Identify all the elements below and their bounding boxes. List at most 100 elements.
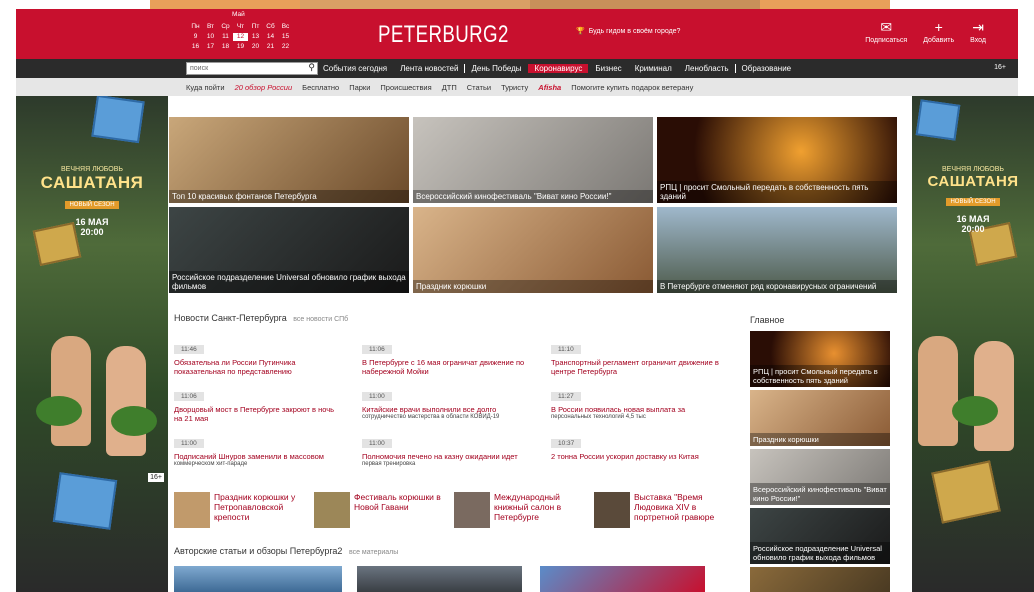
weekday: Пн (191, 23, 200, 30)
subnav-item[interactable]: Куда пойти (186, 83, 225, 92)
nav-item[interactable]: Лента новостей (393, 64, 464, 73)
nav-item[interactable]: События сегодня (316, 64, 393, 73)
top-ad-3[interactable] (530, 0, 760, 9)
news-item[interactable]: 11:00 Китайские врачи выполнили все долг… (362, 385, 532, 421)
news-tile[interactable]: Российское подразделение Universal обнов… (169, 207, 409, 293)
calendar-day[interactable]: 9 (188, 33, 203, 41)
news-tile[interactable]: В Петербурге отменяют ряд коронавирусных… (657, 207, 897, 293)
news-item[interactable]: 11:06 Дворцовый мост в Петербурге закрою… (174, 385, 344, 423)
subscribe-button[interactable]: ✉ Подписаться (865, 19, 907, 44)
calendar-day[interactable]: 16 (188, 43, 203, 51)
news-headline[interactable]: В Петербурге с 16 мая ограничат движение… (362, 358, 532, 376)
calendar-day[interactable]: 19 (233, 43, 248, 51)
calendar-week: 16 17 18 19 20 21 22 (188, 43, 293, 51)
feature-card[interactable]: Международный книжный салон в Петербурге (454, 492, 594, 530)
mail-icon: ✉ (880, 19, 893, 35)
top-ad-2[interactable] (300, 0, 530, 9)
news-headline[interactable]: Обязательна ли России Путинчика показате… (174, 358, 344, 376)
feature-card[interactable]: Фестиваль корюшки в Новой Гавани (314, 492, 454, 530)
section-title-text: Новости Санкт-Петербурга (174, 313, 287, 323)
left-banner-ad[interactable]: ВЕЧНЯЯ ЛЮБОВЬ САШАТАНЯ НОВЫЙ СЕЗОН 16 МА… (16, 96, 168, 592)
nav-item[interactable]: Бизнес (588, 64, 627, 73)
calendar-day[interactable]: 17 (203, 43, 218, 51)
aside-tile[interactable]: Праздник корюшки (750, 390, 890, 446)
banner-person (106, 346, 146, 456)
news-tile[interactable]: РПЦ | просит Смольный передать в собстве… (657, 117, 897, 203)
banner-badge: НОВЫЙ СЕЗОН (946, 198, 1000, 206)
news-item[interactable]: 11:27 В России появилась новая выплата з… (551, 385, 721, 421)
nav-item[interactable]: Образование (734, 64, 798, 73)
article-thumb[interactable] (540, 566, 705, 592)
nav-item[interactable]: Ленобласть (678, 64, 735, 73)
search-icon[interactable]: ⚲ (308, 62, 315, 73)
subnav-item[interactable]: ДТП (442, 83, 457, 92)
calendar-day[interactable]: 18 (218, 43, 233, 51)
calendar-month: Май (232, 11, 245, 18)
calendar-day-today[interactable]: 12 (233, 33, 248, 41)
add-button[interactable]: + Добавить (923, 19, 954, 44)
news-item[interactable]: 10:37 2 тоннa России ускорил доставку из… (551, 432, 721, 461)
feature-thumb (174, 492, 210, 528)
nav-item-active[interactable]: Коронавирус (527, 64, 589, 73)
nav-item[interactable]: День Победы (464, 64, 527, 73)
aside-tile[interactable] (750, 567, 890, 592)
feature-card[interactable]: Выставка "Время Людовика XIV в портретно… (594, 492, 734, 530)
calendar-day[interactable]: 15 (278, 33, 293, 41)
subnav-item[interactable]: Помогите купить подарок ветерану (571, 83, 693, 92)
news-item[interactable]: 11:00 Полномочия печено на казну ожидани… (362, 432, 532, 468)
calendar-day[interactable]: 21 (263, 43, 278, 51)
aside-tile[interactable]: РПЦ | просит Смольный передать в собстве… (750, 331, 890, 387)
banner-line1: ВЕЧНЯЯ ЛЮБОВЬ (60, 166, 123, 173)
news-headline[interactable]: В России появилась новая выплата за (551, 405, 721, 414)
calendar-day[interactable]: 11 (218, 33, 233, 41)
feature-title[interactable]: Международный книжный салон в Петербурге (494, 492, 594, 522)
afisha-logo[interactable]: Afisha (538, 83, 561, 92)
feature-title[interactable]: Выставка "Время Людовика XIV в портретно… (634, 492, 734, 522)
authors-all-link[interactable]: все материалы (349, 549, 398, 556)
subnav-item[interactable]: Происшествия (380, 83, 431, 92)
news-tile[interactable]: Праздник корюшки (413, 207, 653, 293)
news-headline[interactable]: Дворцовый мост в Петербурге закроют в но… (174, 405, 344, 423)
feature-card[interactable]: Праздник корюшки у Петропавловской крепо… (174, 492, 314, 530)
subnav-item[interactable]: Бесплатно (302, 83, 339, 92)
news-item[interactable]: 11:06 В Петербурге с 16 мая ограничат дв… (362, 338, 532, 376)
news-headline[interactable]: 2 тоннa России ускорил доставку из Китая (551, 452, 721, 461)
nav-item[interactable]: Криминал (628, 64, 678, 73)
news-item[interactable]: 11:10 Транспортный регламент ограничит д… (551, 338, 721, 376)
login-button[interactable]: ⇥ Вход (970, 19, 986, 44)
subnav-item[interactable]: 20 обзор России (235, 83, 293, 92)
quiz-link[interactable]: 🏆 Будь гидом в своём городе? (576, 27, 680, 36)
calendar-day[interactable]: 22 (278, 43, 293, 51)
banner-decor (36, 396, 82, 426)
subnav-item[interactable]: Туристу (501, 83, 528, 92)
section-all-link[interactable]: все новости СПб (293, 316, 348, 323)
article-thumb[interactable] (357, 566, 522, 592)
top-ad-strip (0, 0, 1034, 9)
subnav-item[interactable]: Парки (349, 83, 370, 92)
subnav-item[interactable]: Статьи (467, 83, 491, 92)
banner-title: ВЕЧНЯЯ ЛЮБОВЬ САШАТАНЯ НОВЫЙ СЕЗОН 16 МА… (912, 166, 1034, 234)
search-input[interactable]: поиск ⚲ (186, 62, 318, 75)
calendar-day[interactable]: 14 (263, 33, 278, 41)
top-ad-4[interactable] (760, 0, 890, 9)
news-headline[interactable]: Полномочия печено на казну ожидании идет (362, 452, 532, 461)
site-logo[interactable]: PETERBURG2 (378, 21, 509, 49)
calendar-day[interactable]: 20 (248, 43, 263, 51)
feature-title[interactable]: Фестиваль корюшки в Новой Гавани (354, 492, 454, 512)
calendar-day[interactable]: 10 (203, 33, 218, 41)
news-headline[interactable]: Транспортный регламент ограничит движени… (551, 358, 721, 376)
news-headline[interactable]: Китайские врачи выполнили все долго (362, 405, 532, 414)
calendar-day[interactable]: 13 (248, 33, 263, 41)
news-headline[interactable]: Подписаний Шнуров заменили в массовом (174, 452, 344, 461)
feature-title[interactable]: Праздник корюшки у Петропавловской крепо… (214, 492, 314, 522)
aside-tile[interactable]: Всероссийский кинофестиваль "Виват кино … (750, 449, 890, 505)
news-item[interactable]: 11:00 Подписаний Шнуров заменили в массо… (174, 432, 344, 468)
article-thumb[interactable] (174, 566, 342, 592)
right-banner-ad[interactable]: ВЕЧНЯЯ ЛЮБОВЬ САШАТАНЯ НОВЫЙ СЕЗОН 16 МА… (912, 96, 1034, 592)
aside-caption: Российское подразделение Universal обнов… (750, 542, 890, 564)
news-item[interactable]: 11:46 Обязательна ли России Путинчика по… (174, 338, 344, 376)
aside-tile[interactable]: Российское подразделение Universal обнов… (750, 508, 890, 564)
news-tile[interactable]: Всероссийский кинофестиваль "Виват кино … (413, 117, 653, 203)
top-ad[interactable] (150, 0, 300, 9)
news-tile[interactable]: Топ 10 красивых фонтанов Петербурга (169, 117, 409, 203)
